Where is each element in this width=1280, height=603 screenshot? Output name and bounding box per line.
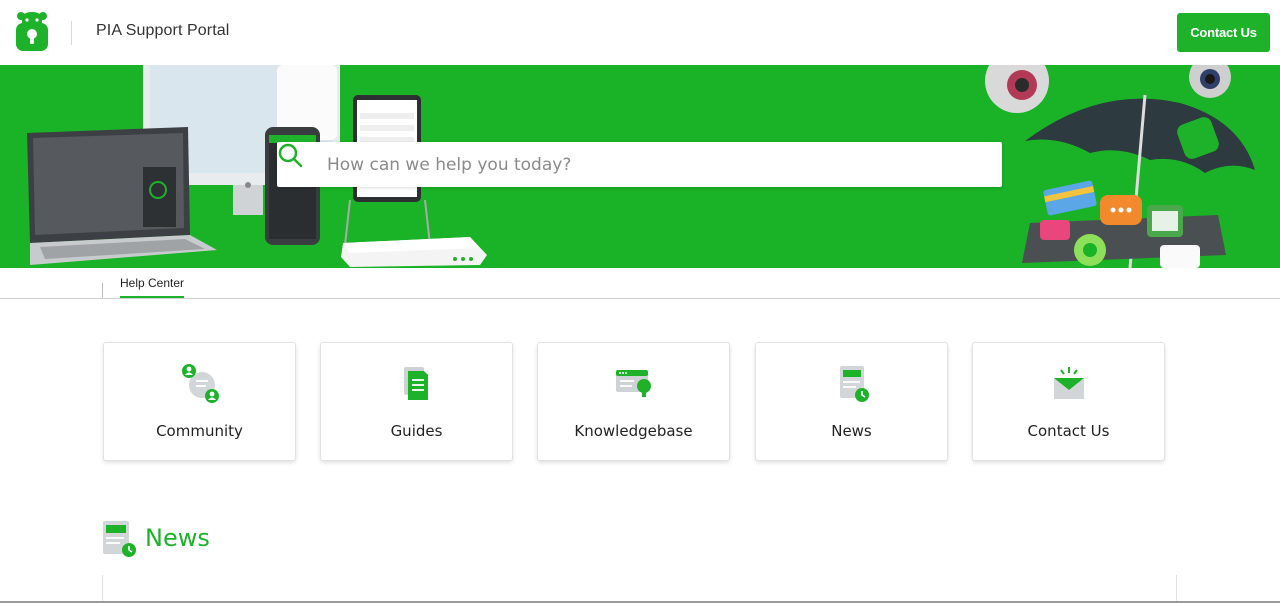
card-label: Guides bbox=[390, 422, 443, 440]
search-box[interactable] bbox=[277, 142, 1002, 187]
card-contact-us[interactable]: Contact Us bbox=[972, 342, 1165, 461]
card-label: News bbox=[831, 422, 872, 440]
card-news[interactable]: News bbox=[755, 342, 948, 461]
pia-logo-icon[interactable] bbox=[15, 11, 49, 53]
card-label: Contact Us bbox=[1027, 422, 1110, 440]
news-container-border-right bbox=[1176, 575, 1177, 603]
search-input[interactable] bbox=[327, 142, 987, 187]
header-divider bbox=[71, 21, 72, 45]
news-icon bbox=[839, 366, 869, 402]
card-label: Knowledgebase bbox=[574, 422, 693, 440]
guides-icon bbox=[403, 367, 428, 400]
contact-envelope-icon bbox=[1053, 367, 1084, 399]
subnav-divider bbox=[102, 283, 103, 298]
news-container-border-left bbox=[102, 575, 103, 603]
card-guides[interactable]: Guides bbox=[320, 342, 513, 461]
site-header: PIA Support Portal Contact Us bbox=[0, 0, 1280, 65]
search-icon bbox=[278, 143, 303, 168]
card-label: Community bbox=[156, 422, 243, 440]
sub-navigation: Help Center bbox=[0, 268, 1280, 299]
knowledgebase-icon bbox=[615, 370, 651, 397]
hero-banner bbox=[0, 65, 1280, 268]
tab-help-center[interactable]: Help Center bbox=[120, 276, 185, 298]
card-knowledgebase[interactable]: Knowledgebase bbox=[537, 342, 730, 461]
news-icon bbox=[103, 521, 136, 557]
card-community[interactable]: Community bbox=[103, 342, 296, 461]
news-section-heading: News bbox=[145, 524, 210, 552]
community-icon bbox=[181, 364, 219, 403]
contact-us-button[interactable]: Contact Us bbox=[1177, 13, 1270, 52]
portal-title[interactable]: PIA Support Portal bbox=[96, 22, 229, 40]
